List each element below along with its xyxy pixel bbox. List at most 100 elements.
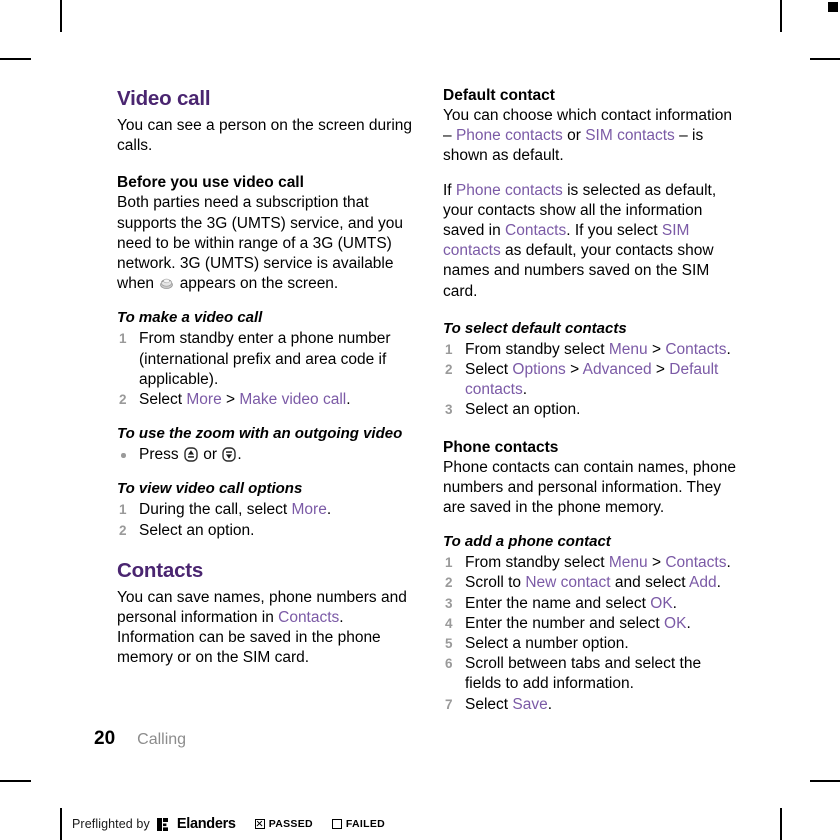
ui-reference: Menu xyxy=(608,340,648,358)
step-text-end: . xyxy=(726,554,731,572)
preflight-failed-status: FAILED xyxy=(331,818,386,830)
ui-reference: OK xyxy=(664,614,687,632)
to-make-a-video-call-steps: From standby enter a phone number (inter… xyxy=(117,329,415,410)
crop-mark-top-left-horizontal xyxy=(0,58,31,60)
step-item: Scroll to New contact and select Add. xyxy=(443,573,741,593)
contacts-intro: You can save names, phone numbers and pe… xyxy=(117,588,415,669)
failed-label: FAILED xyxy=(345,818,386,830)
ui-reference: Save xyxy=(512,695,548,713)
ui-reference: Contacts xyxy=(278,609,340,627)
step-item: Scroll between tabs and select the field… xyxy=(443,654,741,694)
page-number: 20 xyxy=(94,728,116,749)
step-text: Scroll between tabs and select the field… xyxy=(465,655,702,693)
volume-up-key-icon xyxy=(184,447,198,462)
step-text: Select an option. xyxy=(139,521,255,539)
preflight-text: Preflighted by xyxy=(72,817,150,831)
ui-reference: Phone contacts xyxy=(455,181,563,199)
step-text-end: . xyxy=(326,501,332,519)
before-body-part-2: appears on the screen. xyxy=(179,275,339,293)
crop-mark-top-left-vertical xyxy=(60,0,62,32)
step-text-end: . xyxy=(716,574,721,592)
step-item: From standby select Menu > Contacts. xyxy=(443,340,741,360)
step-text: During the call, select xyxy=(139,501,292,519)
to-select-default-contacts-steps: From standby select Menu > Contacts. Sel… xyxy=(443,340,741,421)
text-part: If xyxy=(443,181,456,199)
ui-reference: OK xyxy=(650,594,673,612)
to-use-the-zoom-heading: To use the zoom with an outgoing video xyxy=(117,425,403,443)
step-text: From standby select xyxy=(465,554,609,572)
step-text-end: . xyxy=(726,340,731,358)
before-you-use-video-call-body: Both parties need a subscription that su… xyxy=(117,193,415,294)
bullet-text-end: . xyxy=(237,446,242,464)
registration-square-mark xyxy=(828,2,838,12)
step-item: During the call, select More. xyxy=(117,500,415,520)
crop-mark-top-right-vertical xyxy=(780,0,782,32)
default-contact-paragraph-2: If Phone contacts is selected as default… xyxy=(443,181,741,302)
step-text-end: . xyxy=(686,614,691,632)
ui-reference: Phone contacts xyxy=(455,127,563,145)
bullet-item: Press or . xyxy=(117,445,415,465)
step-separator: > xyxy=(221,391,240,409)
step-text-end: . xyxy=(346,391,351,409)
preflight-stamp-bar: Preflighted by Elanders PASSED FAILED xyxy=(60,808,385,840)
elanders-logo-icon xyxy=(156,817,168,831)
step-text: From standby select xyxy=(465,340,609,358)
bullet-text: Press xyxy=(139,446,179,464)
video-call-intro: You can see a person on the screen durin… xyxy=(117,117,412,155)
step-text-mid: and select xyxy=(610,574,690,592)
step-item: Select Save. xyxy=(443,695,741,715)
step-item: Enter the name and select OK. xyxy=(443,594,741,614)
step-text-end: . xyxy=(547,695,553,713)
page-title: Video call xyxy=(117,87,211,110)
to-use-the-zoom-steps: Press or . xyxy=(117,445,415,465)
step-item: From standby select Menu > Contacts. xyxy=(443,553,741,573)
phone-contacts-body: Phone contacts can contain names, phone … xyxy=(443,458,736,517)
step-text-end: . xyxy=(522,381,528,399)
step-text: Select xyxy=(465,695,513,713)
ui-reference: Contacts xyxy=(665,554,727,572)
ui-reference: SIM contacts xyxy=(585,127,675,145)
ui-reference: Contacts xyxy=(665,340,727,358)
volume-down-key-icon xyxy=(222,447,237,462)
bullet-text-mid: or xyxy=(203,446,218,464)
passed-checkbox-icon xyxy=(254,819,265,829)
left-column: Video call You can see a person on the s… xyxy=(117,86,415,715)
ui-reference: Make video call xyxy=(239,391,347,409)
step-text: Select xyxy=(139,391,187,409)
text-part: . If you select xyxy=(566,222,662,240)
step-text: Select xyxy=(465,361,513,379)
step-text: Enter the name and select xyxy=(465,594,651,612)
step-separator: > xyxy=(651,361,670,379)
default-contact-heading: Default contact xyxy=(443,87,555,104)
step-separator: > xyxy=(647,340,666,358)
phone-contacts-heading: Phone contacts xyxy=(443,438,559,456)
footer-chapter-label: Calling xyxy=(137,731,187,748)
3g-umts-icon xyxy=(159,276,174,290)
passed-label: PASSED xyxy=(268,818,313,830)
page-footer: 20 Calling xyxy=(94,728,186,750)
crop-mark-top-right-horizontal xyxy=(810,58,840,60)
ui-reference: New contact xyxy=(525,574,611,592)
step-item: Enter the number and select OK. xyxy=(443,614,741,634)
step-item: From standby enter a phone number (inter… xyxy=(117,329,415,390)
to-view-video-call-options-steps: During the call, select More. Select an … xyxy=(117,500,415,541)
step-item: Select an option. xyxy=(117,521,415,541)
step-item: Select More > Make video call. xyxy=(117,390,415,410)
crop-mark-bottom-right-horizontal xyxy=(810,780,840,782)
two-column-text-area: Video call You can see a person on the s… xyxy=(117,86,742,715)
ui-reference: More xyxy=(186,391,222,409)
step-separator: > xyxy=(565,361,583,379)
to-add-a-phone-contact-steps: From standby select Menu > Contacts. Scr… xyxy=(443,553,741,715)
contacts-section-title: Contacts xyxy=(117,558,204,582)
to-view-video-call-options-heading: To view video call options xyxy=(117,480,303,498)
ui-reference: More xyxy=(291,501,327,519)
step-separator: > xyxy=(647,554,666,572)
contacts-intro-part-1: You can save names, phone numbers and pe… xyxy=(117,588,407,627)
step-text: Select an option. xyxy=(465,401,581,419)
step-text-end: . xyxy=(672,594,677,612)
ui-reference: Options xyxy=(512,361,566,379)
to-add-a-phone-contact-heading: To add a phone contact xyxy=(443,533,611,551)
to-select-default-contacts-heading: To select default contacts xyxy=(443,319,627,337)
step-text: Select a number option. xyxy=(465,635,629,653)
step-text: Enter the number and select xyxy=(465,614,665,632)
